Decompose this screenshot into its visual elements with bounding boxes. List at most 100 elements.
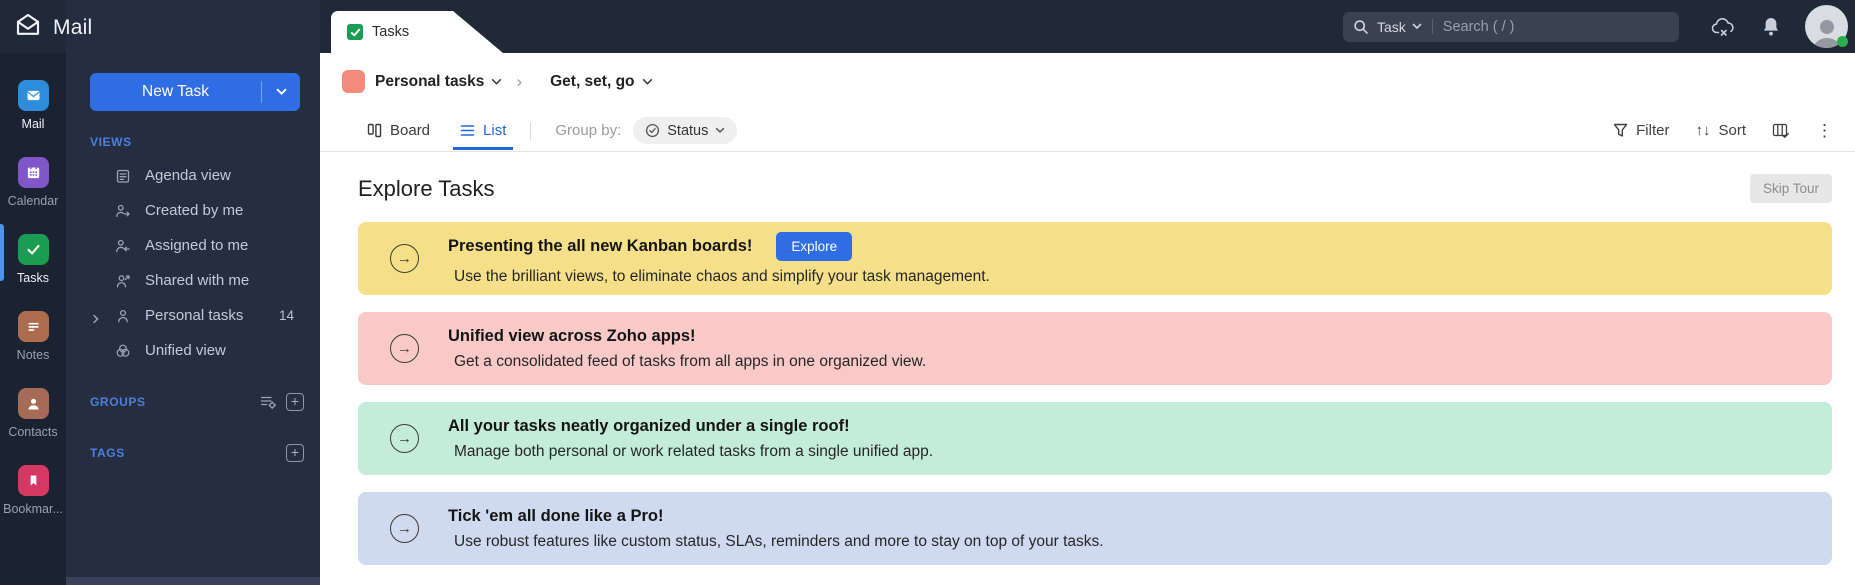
add-group-button[interactable]: + <box>286 393 304 411</box>
sidebar-item-label: Assigned to me <box>145 237 249 254</box>
chevron-down-icon <box>492 78 502 85</box>
filter-button[interactable]: Filter <box>1613 122 1669 139</box>
person-icon <box>114 307 131 324</box>
rail-label-contacts: Contacts <box>8 425 58 439</box>
sidebar-item-assigned-to-me[interactable]: Assigned to me <box>66 228 320 263</box>
add-tag-button[interactable]: + <box>286 444 304 462</box>
breadcrumb-folder: Personal tasks <box>375 72 485 90</box>
banner-pro-features: → Tick 'em all done like a Pro! Use robu… <box>358 492 1832 565</box>
sidebar-item-agenda-view[interactable]: Agenda view <box>66 158 320 193</box>
board-icon <box>367 123 382 138</box>
manage-groups-icon[interactable] <box>260 395 277 410</box>
expand-chevron-icon[interactable] <box>92 311 100 328</box>
toolbar-divider <box>530 121 532 140</box>
banner-unified-view: → Unified view across Zoho apps! Get a c… <box>358 312 1832 385</box>
app-rail: Mail Calendar Tasks Notes Contacts Bookm… <box>0 53 66 585</box>
notes-icon <box>17 311 49 342</box>
personal-tasks-count: 14 <box>278 308 294 323</box>
unified-view-icon <box>114 342 131 359</box>
banner-title: Unified view across Zoho apps! <box>448 326 696 345</box>
new-task-button[interactable]: New Task <box>90 73 300 111</box>
sidebar-item-created-by-me[interactable]: Created by me <box>66 193 320 228</box>
banner-list: → Presenting the all new Kanban boards! … <box>358 222 1832 565</box>
mail-logo[interactable]: Mail <box>13 10 92 45</box>
list-color-swatch <box>342 70 365 93</box>
chevron-down-icon <box>1412 23 1422 30</box>
rail-item-tasks[interactable]: Tasks <box>0 224 66 285</box>
arrow-circle-icon: → <box>390 334 419 363</box>
search-bar[interactable]: Task <box>1343 11 1679 42</box>
sidebar-item-unified-view[interactable]: Unified view <box>66 333 320 368</box>
board-label: Board <box>390 122 431 139</box>
rail-item-calendar[interactable]: Calendar <box>0 157 66 208</box>
groups-section-label: GROUPS <box>90 395 146 409</box>
explore-button[interactable]: Explore <box>776 231 853 261</box>
person-arrow-in-icon <box>114 237 131 254</box>
filter-label: Filter <box>1636 122 1670 139</box>
user-avatar[interactable] <box>1805 5 1848 48</box>
search-input[interactable] <box>1442 18 1669 35</box>
toolbar-right-actions: Filter ↑↓ Sort ⋮ <box>1613 121 1833 141</box>
more-options-kebab-icon[interactable]: ⋮ <box>1816 121 1833 141</box>
views-list: Agenda view Created by me Assigned to me… <box>66 158 320 368</box>
calendar-icon <box>17 157 49 188</box>
banner-title: All your tasks neatly organized under a … <box>448 416 850 435</box>
banner-title: Presenting the all new Kanban boards! <box>448 236 753 255</box>
sidebar-item-label: Shared with me <box>145 272 250 289</box>
rail-item-notes[interactable]: Notes <box>0 311 66 362</box>
rail-label-tasks: Tasks <box>17 271 49 285</box>
table-columns-icon <box>1772 123 1789 138</box>
group-by-value: Status <box>667 122 709 139</box>
tab-board-view[interactable]: Board <box>367 122 430 139</box>
mail-logo-icon <box>13 10 43 45</box>
search-divider <box>1431 19 1433 34</box>
header-actions: Task <box>1343 0 1848 53</box>
list-label: List <box>483 122 507 139</box>
cloud-offline-icon[interactable] <box>1711 16 1737 38</box>
rail-label-bookmarks: Bookmar... <box>3 502 63 516</box>
skip-tour-button[interactable]: Skip Tour <box>1749 174 1832 203</box>
tab-tasks-label: Tasks <box>372 24 410 40</box>
search-icon <box>1353 19 1369 35</box>
breadcrumb: Personal tasks › Get, set, go <box>320 53 1855 110</box>
agenda-icon <box>114 167 131 184</box>
banner-title: Tick 'em all done like a Pro! <box>448 506 664 525</box>
rail-item-bookmarks[interactable]: Bookmar... <box>0 465 66 516</box>
column-settings-button[interactable] <box>1772 123 1790 139</box>
sidebar-scrollbar[interactable] <box>66 577 320 585</box>
breadcrumb-view-dropdown[interactable]: Get, set, go <box>550 73 652 91</box>
tasks-icon <box>17 234 49 265</box>
sort-arrows-icon: ↑↓ <box>1695 122 1711 139</box>
tags-section-label: TAGS <box>90 446 125 460</box>
group-by-status-dropdown[interactable]: Status <box>633 117 738 144</box>
chevron-down-icon <box>716 127 725 134</box>
arrow-circle-icon: → <box>390 424 419 453</box>
group-by-label: Group by: <box>555 122 622 139</box>
notifications-bell-icon[interactable] <box>1761 16 1781 38</box>
views-section-label: VIEWS <box>90 135 132 149</box>
person-share-icon <box>114 272 131 289</box>
groups-section: GROUPS + <box>90 393 304 411</box>
sort-label: Sort <box>1718 122 1746 139</box>
search-scope-dropdown[interactable]: Task <box>1377 19 1422 35</box>
contacts-icon <box>17 388 49 419</box>
rail-item-mail[interactable]: Mail <box>0 80 66 131</box>
sidebar-item-shared-with-me[interactable]: Shared with me <box>66 263 320 298</box>
sidebar-item-label: Agenda view <box>145 167 231 184</box>
sidebar-item-label: Created by me <box>145 202 244 219</box>
arrow-circle-icon: → <box>390 244 419 273</box>
person-arrow-out-icon <box>114 202 131 219</box>
sidebar-item-personal-tasks[interactable]: Personal tasks 14 <box>66 298 320 333</box>
arrow-circle-icon: → <box>390 514 419 543</box>
tab-list-view[interactable]: List <box>452 122 514 150</box>
main-panel: Personal tasks › Get, set, go Board List… <box>320 53 1855 585</box>
banner-single-roof: → All your tasks neatly organized under … <box>358 402 1832 475</box>
new-task-dropdown[interactable] <box>262 88 300 96</box>
sort-button[interactable]: ↑↓ Sort <box>1695 122 1746 139</box>
tasks-sidebar: New Task VIEWS Agenda view Created by me <box>66 0 320 585</box>
explore-tasks-section: Explore Tasks Skip Tour → Presenting the… <box>320 152 1855 565</box>
mail-icon <box>17 80 49 111</box>
status-check-icon <box>646 123 660 138</box>
breadcrumb-folder-dropdown[interactable]: Personal tasks <box>375 73 502 91</box>
rail-item-contacts[interactable]: Contacts <box>0 388 66 439</box>
